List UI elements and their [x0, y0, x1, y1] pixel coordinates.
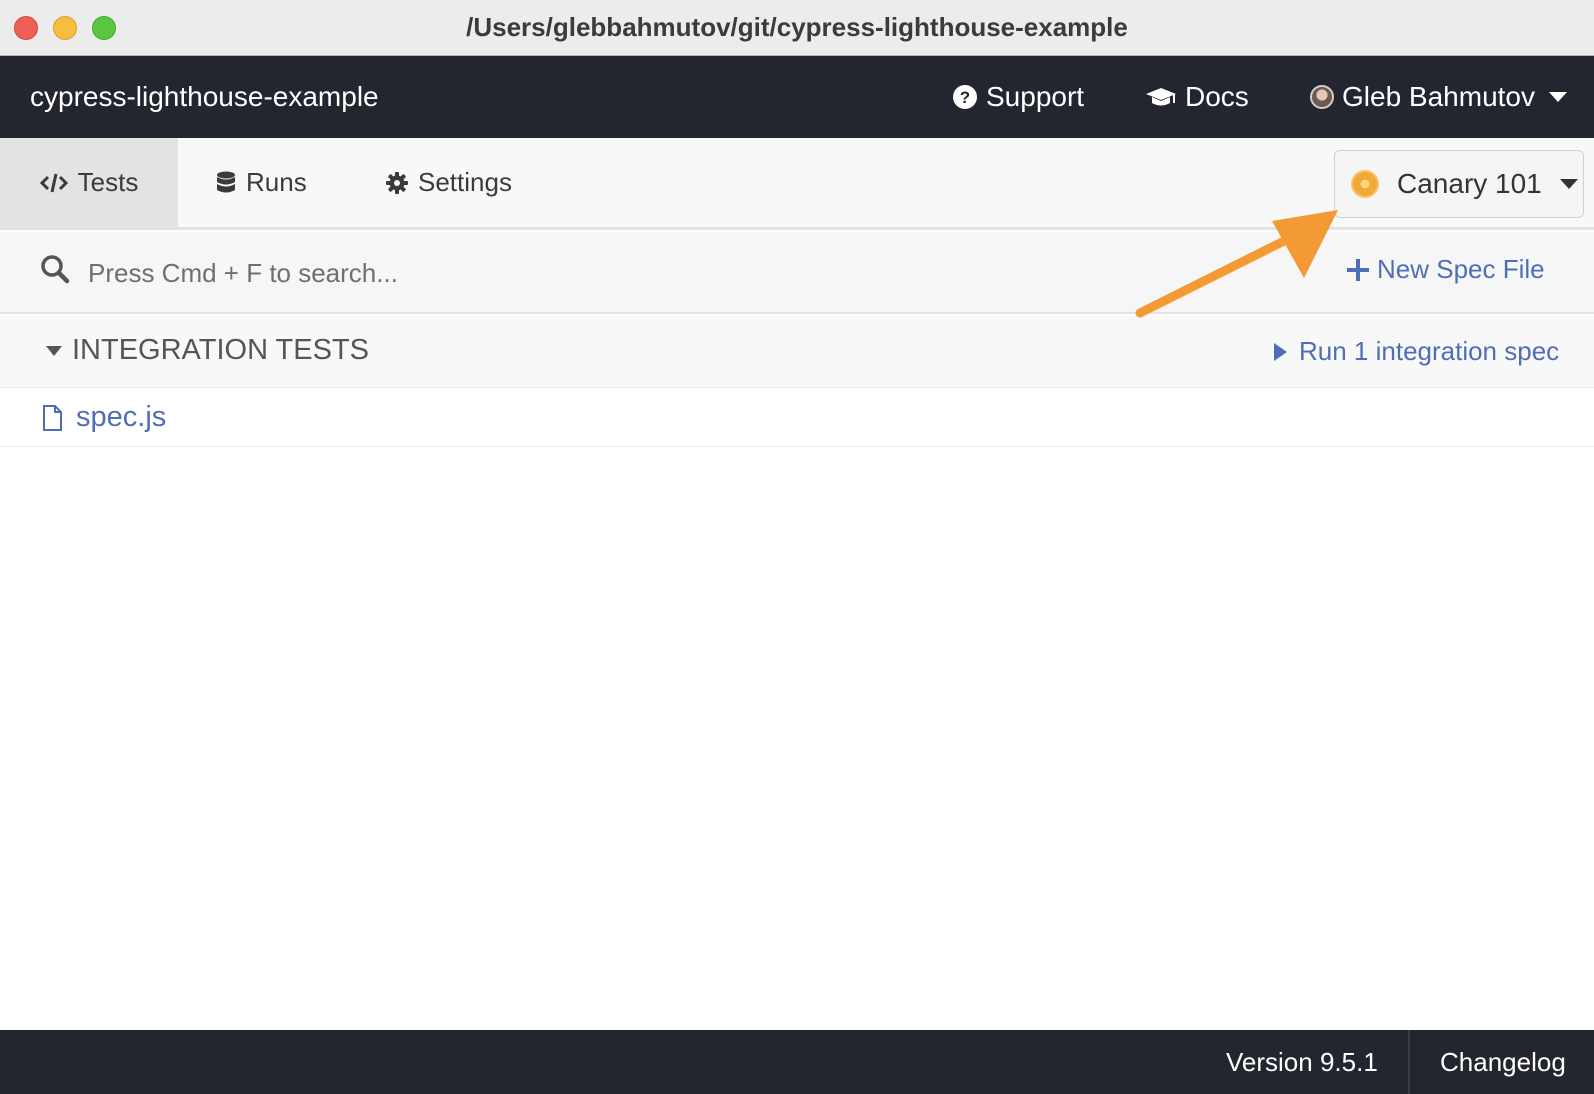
graduation-cap-icon: [1146, 88, 1176, 106]
caret-down-icon: [46, 345, 62, 356]
search-input[interactable]: [88, 248, 888, 298]
maximize-window-button[interactable]: [92, 16, 116, 40]
docs-link[interactable]: Docs: [1145, 81, 1249, 113]
gear-icon: [386, 171, 408, 194]
tab-runs[interactable]: Runs: [216, 138, 307, 227]
new-spec-label: New Spec File: [1377, 254, 1545, 284]
docs-label: Docs: [1185, 81, 1249, 112]
minimize-window-button[interactable]: [53, 16, 77, 40]
play-icon: [1274, 342, 1287, 361]
file-icon: [43, 404, 62, 431]
user-menu-dropdown[interactable]: Gleb Bahmutov: [1310, 81, 1567, 113]
browser-label: Canary 101: [1397, 168, 1542, 199]
tab-tests[interactable]: Tests: [0, 138, 178, 227]
tab-settings-label: Settings: [418, 167, 512, 197]
changelog-link[interactable]: Changelog: [1440, 1047, 1566, 1078]
section-label: INTEGRATION TESTS: [72, 334, 370, 366]
app-header: cypress-lighthouse-example ? Support Doc…: [0, 56, 1594, 138]
spec-file-row[interactable]: spec.js: [0, 389, 1594, 447]
window-titlebar: /Users/glebbahmutov/git/cypress-lighthou…: [0, 0, 1594, 56]
annotation-arrow: [1135, 210, 1338, 318]
window-controls: [14, 16, 116, 40]
database-icon: [217, 171, 235, 192]
project-name: cypress-lighthouse-example: [30, 81, 379, 112]
tab-runs-label: Runs: [246, 167, 307, 197]
search-icon: [40, 254, 70, 289]
window-title: /Users/glebbahmutov/git/cypress-lighthou…: [466, 12, 1128, 42]
tab-settings[interactable]: Settings: [386, 138, 512, 227]
user-avatar: [1310, 85, 1334, 109]
close-window-button[interactable]: [14, 16, 38, 40]
support-label: Support: [986, 81, 1085, 112]
spec-file-name: spec.js: [76, 401, 167, 433]
chrome-canary-icon: [1351, 170, 1379, 198]
app-footer: Version 9.5.1 Changelog: [0, 1030, 1594, 1094]
browser-select-dropdown[interactable]: Canary 101: [1334, 150, 1584, 218]
question-circle-icon: ?: [953, 85, 977, 109]
support-link[interactable]: ? Support: [952, 81, 1084, 113]
code-icon: [39, 173, 68, 192]
run-all-label: Run 1 integration spec: [1299, 336, 1560, 366]
new-spec-file-button[interactable]: New Spec File: [1347, 254, 1545, 285]
user-name: Gleb Bahmutov: [1342, 81, 1535, 112]
version-label: Version 9.5.1: [1226, 1047, 1378, 1077]
chevron-down-icon: [1559, 179, 1578, 189]
run-all-specs-button[interactable]: Run 1 integration spec: [1274, 336, 1559, 367]
tab-tests-label: Tests: [77, 167, 139, 197]
footer-divider: [1408, 1030, 1410, 1094]
integration-tests-toggle[interactable]: INTEGRATION TESTS: [46, 334, 369, 367]
chevron-down-icon: [1549, 92, 1567, 102]
svg-text:?: ?: [960, 88, 970, 107]
